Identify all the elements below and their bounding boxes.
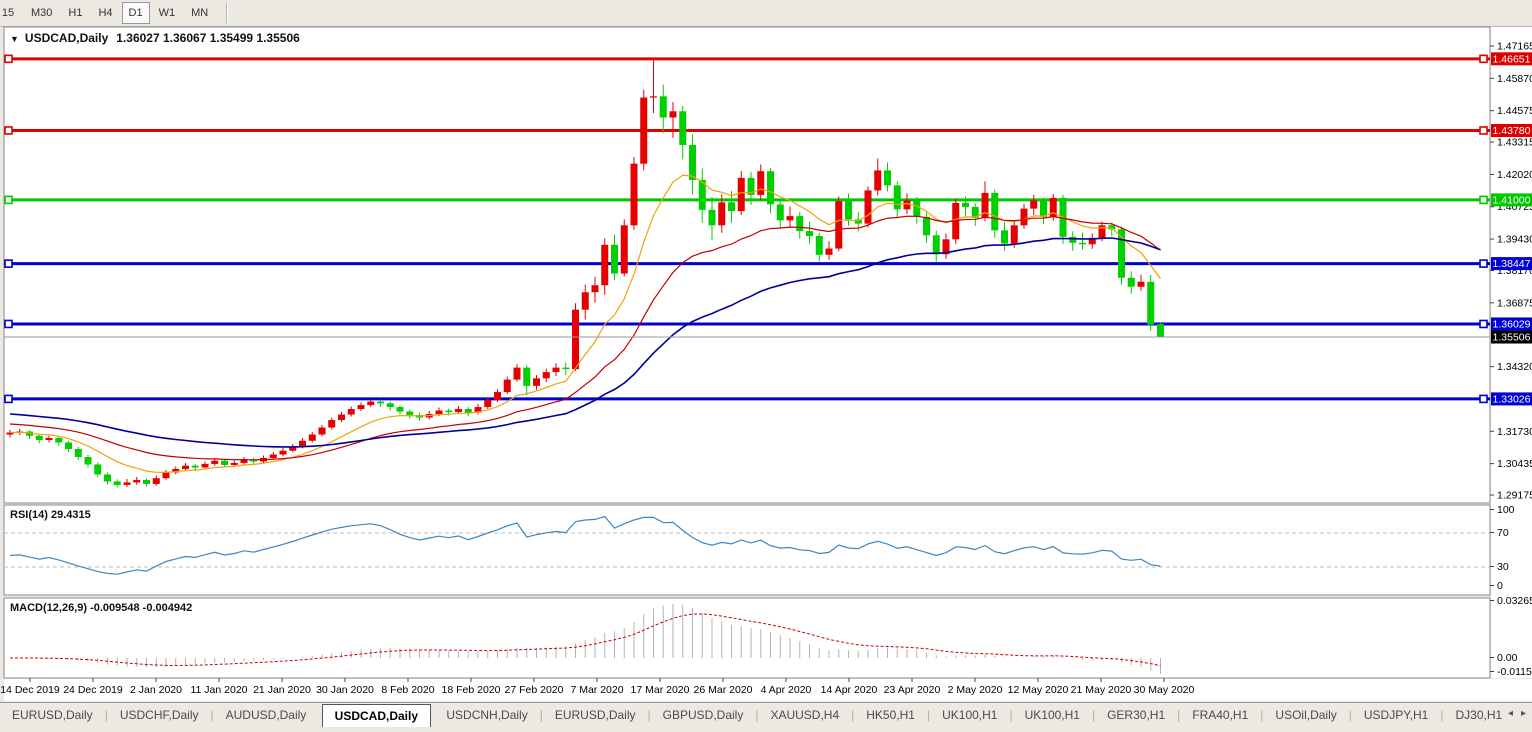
rsi-indicator-label: RSI(14) 29.4315 bbox=[10, 509, 91, 521]
tab-3-usdcad-daily[interactable]: USDCAD,Daily bbox=[321, 704, 432, 727]
tab-14-usdjpy-h1[interactable]: USDJPY,H1 bbox=[1352, 705, 1440, 726]
tab-15-dj30-h1[interactable]: DJ30,H1 bbox=[1443, 705, 1514, 726]
svg-text:70: 70 bbox=[1497, 527, 1509, 539]
tab-0-eurusd-daily[interactable]: EURUSD,Daily bbox=[0, 705, 105, 726]
tab-11-ger30-h1[interactable]: GER30,H1 bbox=[1095, 705, 1177, 726]
svg-text:1.30435: 1.30435 bbox=[1497, 458, 1532, 470]
svg-text:1.29175: 1.29175 bbox=[1497, 490, 1532, 502]
hline-handle[interactable] bbox=[1479, 259, 1488, 268]
tab-scroll-right-icon[interactable]: ▸ bbox=[1521, 708, 1526, 719]
terminal-window: 15 M30 H1 H4 D1 W1 MN 1.47165 1.45870 1.44575 1.4… bbox=[0, 0, 1532, 732]
svg-text:1.33026: 1.33026 bbox=[1493, 393, 1531, 405]
hline-handle[interactable] bbox=[1479, 126, 1488, 135]
hline-handle[interactable] bbox=[4, 126, 13, 135]
ohlc-readout: 1.36027 1.36067 1.35499 1.35506 bbox=[116, 31, 300, 45]
svg-text:1.39430: 1.39430 bbox=[1497, 234, 1532, 246]
chart-symbol-label: USDCAD,Daily bbox=[24, 31, 109, 45]
price-badge-1.38447: 1.38447 bbox=[1491, 257, 1532, 271]
hline-handle[interactable] bbox=[1479, 394, 1488, 404]
hline-handle[interactable] bbox=[4, 394, 13, 404]
price-chart-surface[interactable]: 1.471651.458701.445751.433151.420201.407… bbox=[0, 0, 1532, 732]
svg-text:1.42020: 1.42020 bbox=[1497, 169, 1532, 181]
svg-text:12 May 2020: 12 May 2020 bbox=[1008, 684, 1069, 696]
svg-text:0.00: 0.00 bbox=[1497, 652, 1518, 664]
svg-text:1.36029: 1.36029 bbox=[1493, 318, 1531, 330]
tab-scroll-left-icon[interactable]: ◂ bbox=[1508, 708, 1513, 719]
tab-2-audusd-daily[interactable]: AUDUSD,Daily bbox=[214, 705, 319, 726]
chevron-down-icon[interactable]: ▼ bbox=[10, 34, 19, 44]
svg-text:1.31730: 1.31730 bbox=[1497, 426, 1532, 438]
svg-text:30: 30 bbox=[1497, 561, 1509, 573]
svg-text:-0.011558: -0.011558 bbox=[1497, 666, 1532, 678]
svg-text:1.35506: 1.35506 bbox=[1493, 332, 1531, 344]
svg-text:1.43315: 1.43315 bbox=[1497, 137, 1532, 149]
hline-handle[interactable] bbox=[1479, 319, 1488, 329]
svg-text:30 Jan 2020: 30 Jan 2020 bbox=[316, 684, 374, 696]
svg-text:11 Jan 2020: 11 Jan 2020 bbox=[190, 684, 247, 696]
svg-text:2 Jan 2020: 2 Jan 2020 bbox=[130, 684, 182, 696]
svg-text:1.46651: 1.46651 bbox=[1493, 53, 1531, 65]
svg-text:1.47165: 1.47165 bbox=[1497, 40, 1532, 52]
svg-text:1.45870: 1.45870 bbox=[1497, 73, 1532, 85]
svg-text:18 Feb 2020: 18 Feb 2020 bbox=[442, 684, 501, 696]
rsi-panel bbox=[3, 504, 1491, 596]
svg-text:2 May 2020: 2 May 2020 bbox=[948, 684, 1003, 696]
svg-text:24 Dec 2019: 24 Dec 2019 bbox=[63, 684, 123, 696]
svg-text:0: 0 bbox=[1497, 580, 1503, 592]
hline-handle[interactable] bbox=[4, 195, 13, 205]
hline-handle[interactable] bbox=[4, 259, 13, 268]
tab-12-fra40-h1[interactable]: FRA40,H1 bbox=[1180, 705, 1260, 726]
svg-text:1.44575: 1.44575 bbox=[1497, 105, 1532, 117]
svg-text:100: 100 bbox=[1497, 504, 1515, 516]
price-badge-1.33026: 1.33026 bbox=[1491, 392, 1532, 406]
hline-handle[interactable] bbox=[4, 319, 13, 329]
price-badge-1.43780: 1.43780 bbox=[1491, 123, 1532, 137]
svg-text:0.032658: 0.032658 bbox=[1497, 595, 1532, 607]
macd-panel bbox=[3, 597, 1491, 679]
svg-text:17 Mar 2020: 17 Mar 2020 bbox=[631, 684, 690, 696]
svg-text:27 Feb 2020: 27 Feb 2020 bbox=[505, 684, 564, 696]
chart-tab-bar: EURUSD,Daily | USDCHF,Daily | AUDUSD,Daily U… bbox=[0, 702, 1532, 732]
hline-handle[interactable] bbox=[4, 54, 13, 64]
svg-text:8 Feb 2020: 8 Feb 2020 bbox=[381, 684, 434, 696]
tab-13-usoil-daily[interactable]: USOil,Daily bbox=[1263, 705, 1348, 726]
price-badge-1.36029: 1.36029 bbox=[1491, 317, 1532, 331]
chart-ohlc-header: ▼ USDCAD,Daily 1.36027 1.36067 1.35499 1.3… bbox=[10, 31, 300, 45]
svg-text:1.41000: 1.41000 bbox=[1493, 194, 1531, 206]
svg-text:21 May 2020: 21 May 2020 bbox=[1071, 684, 1132, 696]
svg-text:23 Apr 2020: 23 Apr 2020 bbox=[884, 684, 941, 696]
svg-text:1.43780: 1.43780 bbox=[1493, 125, 1531, 137]
svg-text:30 May 2020: 30 May 2020 bbox=[1134, 684, 1195, 696]
svg-text:14 Dec 2019: 14 Dec 2019 bbox=[0, 684, 60, 696]
tab-6-gbpusd-daily[interactable]: GBPUSD,Daily bbox=[651, 705, 756, 726]
svg-text:26 Mar 2020: 26 Mar 2020 bbox=[694, 684, 753, 696]
price-badge-1.46651: 1.46651 bbox=[1491, 52, 1532, 66]
tab-9-uk100-h1[interactable]: UK100,H1 bbox=[930, 705, 1009, 726]
hline-handle[interactable] bbox=[1479, 54, 1488, 64]
tab-4-usdcnh-daily[interactable]: USDCNH,Daily bbox=[434, 705, 539, 726]
macd-indicator-label: MACD(12,26,9) -0.009548 -0.004942 bbox=[10, 602, 193, 614]
price-axis: 1.471651.458701.445751.433151.420201.407… bbox=[1490, 40, 1532, 502]
svg-text:1.38447: 1.38447 bbox=[1493, 258, 1531, 270]
svg-text:4 Apr 2020: 4 Apr 2020 bbox=[761, 684, 812, 696]
svg-text:1.36875: 1.36875 bbox=[1497, 297, 1532, 309]
price-badge-1.41000: 1.41000 bbox=[1491, 193, 1532, 207]
svg-text:7 Mar 2020: 7 Mar 2020 bbox=[570, 684, 623, 696]
tab-8-hk50-h1[interactable]: HK50,H1 bbox=[854, 705, 927, 726]
svg-text:14 Apr 2020: 14 Apr 2020 bbox=[821, 684, 878, 696]
hline-handle[interactable] bbox=[1479, 195, 1488, 205]
tab-10-uk100-h1[interactable]: UK100,H1 bbox=[1013, 705, 1092, 726]
tab-5-eurusd-daily[interactable]: EURUSD,Daily bbox=[543, 705, 648, 726]
svg-text:21 Jan 2020: 21 Jan 2020 bbox=[253, 684, 311, 696]
current-price-badge: 1.35506 bbox=[1491, 330, 1532, 344]
tab-1-usdchf-daily[interactable]: USDCHF,Daily bbox=[108, 705, 211, 726]
svg-text:1.34320: 1.34320 bbox=[1497, 361, 1532, 373]
tab-scroll-nav: ◂ ▸ bbox=[1508, 708, 1526, 719]
tab-7-xauusd-h4[interactable]: XAUUSD,H4 bbox=[758, 705, 851, 726]
